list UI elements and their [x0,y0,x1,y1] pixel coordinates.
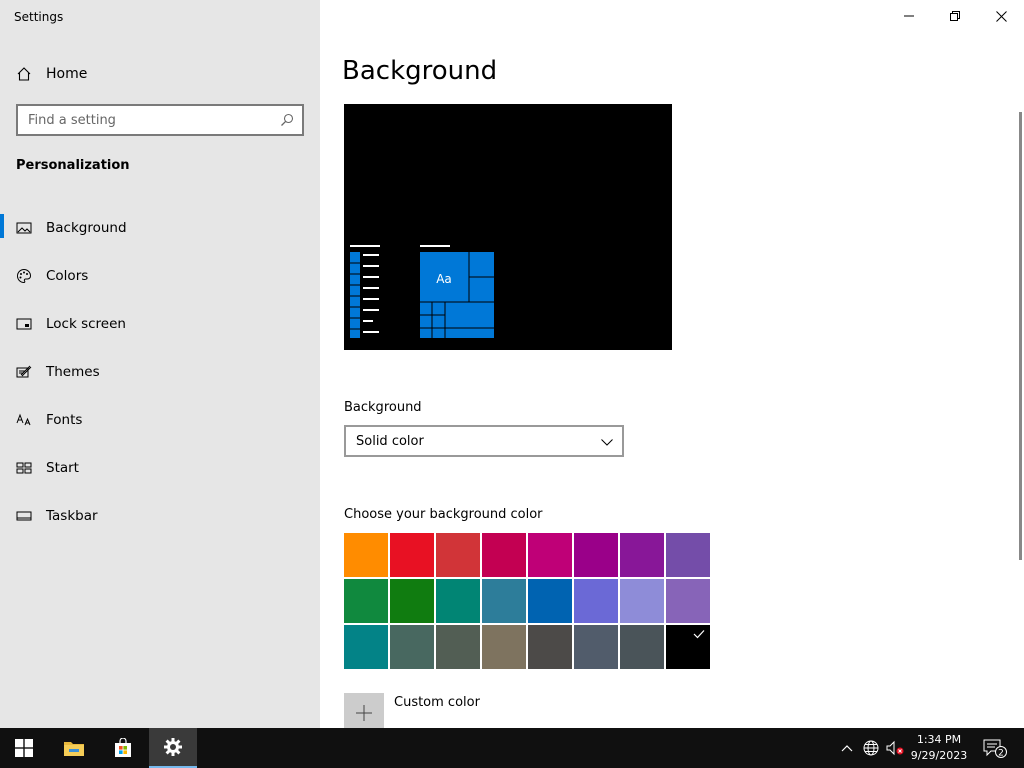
scrollbar[interactable] [1019,112,1022,560]
clock-date: 9/29/2023 [910,749,968,762]
taskbar-icon [16,511,32,521]
color-swatch[interactable] [344,579,388,623]
sidebar-item-label: Lock screen [46,316,126,332]
close-icon [995,10,1007,22]
search-box[interactable] [16,104,304,136]
preview-sample-text: Aa [436,272,452,286]
fonts-icon [16,413,31,426]
palette-icon [17,268,32,284]
plus-icon [344,693,384,733]
sidebar-item-fonts[interactable]: Fonts [0,396,320,444]
color-swatch[interactable] [436,579,480,623]
volume-muted-icon [886,740,904,756]
volume-button[interactable] [884,728,906,768]
chevron-down-icon [601,439,613,446]
notifications-icon: 2 [983,739,1007,759]
color-swatch[interactable] [528,579,572,623]
start-menu-preview: Aa [350,245,494,338]
color-swatch[interactable] [390,579,434,623]
action-center-button[interactable]: 2 [976,728,1014,768]
sidebar-item-start[interactable]: Start [0,444,320,492]
color-swatch[interactable] [666,533,710,577]
home-icon [17,67,31,81]
taskbar-settings[interactable] [149,728,197,768]
search-icon[interactable] [280,113,294,127]
chevron-up-icon [841,745,853,752]
restore-button[interactable] [932,0,978,32]
taskbar: 1:34 PM 9/29/2023 2 [0,728,1024,768]
color-swatch[interactable] [482,533,526,577]
color-swatch[interactable] [528,533,572,577]
color-swatch[interactable] [620,625,664,669]
picture-icon [16,222,32,234]
color-swatch[interactable] [574,533,618,577]
color-swatch[interactable] [344,533,388,577]
color-swatch[interactable] [574,625,618,669]
notification-count: 2 [998,749,1004,759]
page-title: Background [342,56,498,86]
sidebar-nav: Background Colors Lock screen Themes Fon… [0,204,320,540]
minimize-icon [904,15,914,17]
sidebar-item-label: Background [46,220,127,236]
color-swatch[interactable] [390,625,434,669]
home-label: Home [46,66,88,82]
color-swatch[interactable] [390,533,434,577]
minimize-button[interactable] [886,0,932,32]
desktop-preview: Aa [344,104,672,350]
sidebar-item-label: Colors [46,268,89,284]
color-swatch[interactable] [620,579,664,623]
start-button[interactable] [0,728,48,768]
checkmark-icon [693,630,705,639]
custom-color-button[interactable]: Custom color [344,693,480,733]
clock-time: 1:34 PM [916,733,962,746]
color-swatch[interactable] [666,579,710,623]
taskbar-store[interactable] [99,728,147,768]
sidebar-item-label: Themes [46,364,100,380]
sidebar-item-label: Taskbar [46,508,98,524]
file-explorer-icon [64,742,84,756]
windows-start-icon [15,739,33,757]
sidebar-item-lock-screen[interactable]: Lock screen [0,300,320,348]
choose-color-label: Choose your background color [344,507,543,522]
dropdown-value: Solid color [356,433,424,449]
taskbar-clock[interactable]: 1:34 PM 9/29/2023 [906,732,972,764]
app-title: Settings [14,10,64,24]
color-swatch[interactable] [620,533,664,577]
background-label: Background [344,400,422,415]
themes-icon [16,365,32,378]
lock-screen-icon [16,318,32,330]
color-swatch[interactable] [436,533,480,577]
settings-icon [164,738,182,756]
sidebar-item-background[interactable]: Background [0,204,320,252]
restore-icon [950,11,960,21]
close-button[interactable] [978,0,1024,32]
globe-icon [863,740,879,756]
network-button[interactable] [860,728,882,768]
color-swatch[interactable] [436,625,480,669]
color-swatch-grid [344,533,712,669]
sidebar-item-label: Fonts [46,412,83,428]
search-input[interactable] [28,112,268,128]
color-swatch[interactable] [528,625,572,669]
taskbar-file-explorer[interactable] [50,728,98,768]
color-swatch[interactable] [344,625,388,669]
start-icon [16,462,32,474]
sidebar-item-themes[interactable]: Themes [0,348,320,396]
color-swatch[interactable] [482,579,526,623]
color-swatch[interactable] [482,625,526,669]
custom-color-label: Custom color [394,695,480,710]
sidebar: Settings Home Personalization Background… [0,0,320,728]
home-link[interactable]: Home [16,60,87,88]
store-icon [115,738,131,757]
tray-overflow-button[interactable] [836,728,858,768]
color-swatch[interactable] [666,625,710,669]
sidebar-item-colors[interactable]: Colors [0,252,320,300]
sidebar-item-taskbar[interactable]: Taskbar [0,492,320,540]
color-swatch[interactable] [574,579,618,623]
background-type-dropdown[interactable]: Solid color [344,425,624,457]
section-title: Personalization [16,158,130,173]
sidebar-item-label: Start [46,460,79,476]
